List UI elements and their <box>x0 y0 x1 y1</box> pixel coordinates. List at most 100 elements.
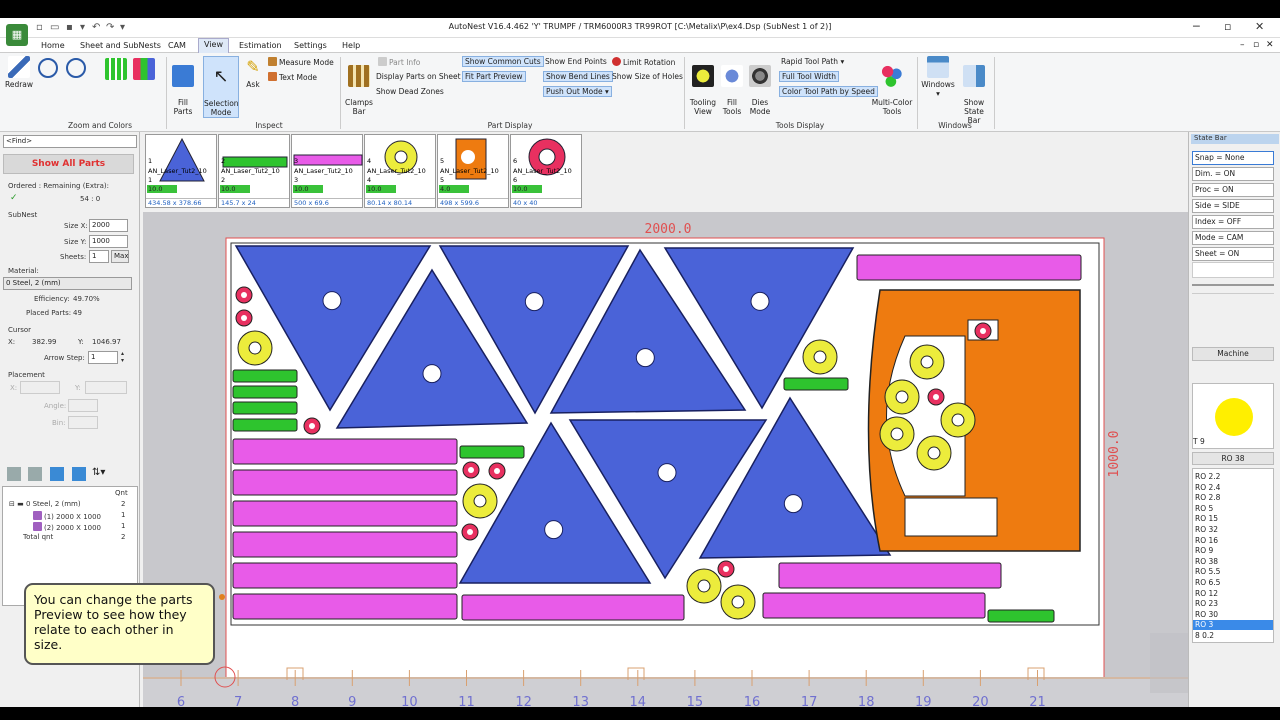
state-item[interactable]: Mode = CAM <box>1192 231 1274 245</box>
tool-list-item[interactable]: RO 3 <box>1193 620 1273 631</box>
tool-list-item[interactable]: RO 12 <box>1193 589 1273 599</box>
minimize-icon[interactable]: ─ <box>1193 20 1200 33</box>
mdi-restore-icon[interactable]: ▫ <box>1253 40 1259 50</box>
state-item[interactable]: Snap = None <box>1192 151 1274 165</box>
tab-sheet-and-subnests[interactable]: Sheet and SubNests <box>75 40 166 51</box>
rapid-tool-path-dropdown[interactable]: Rapid Tool Path ▾ <box>781 57 844 66</box>
color-tool-path-by-speed-toggle[interactable]: Color Tool Path by Speed <box>779 86 878 97</box>
multicolor-grid-button[interactable] <box>132 58 156 82</box>
tool-list-item[interactable]: RO 16 <box>1193 536 1273 546</box>
tool-list-item[interactable]: RO 23 <box>1193 599 1273 609</box>
tool-list-item[interactable]: 8 0.2 <box>1193 631 1273 641</box>
show-dead-zones-button[interactable]: Show Dead Zones <box>376 87 444 96</box>
push-out-mode-dropdown[interactable]: Push Out Mode ▾ <box>543 86 612 97</box>
move-left-icon[interactable] <box>50 467 64 481</box>
text-mode-button[interactable]: Text Mode <box>268 72 317 82</box>
tool-list-item[interactable]: RO 2.4 <box>1193 483 1273 493</box>
maximize-icon[interactable]: ▫ <box>1224 20 1231 33</box>
tab-home[interactable]: Home <box>36 40 70 51</box>
full-tool-width-toggle[interactable]: Full Tool Width <box>779 71 839 82</box>
part-preview-card[interactable]: 6 AN_Laser_Tut2_10 6 10.0 40 x 40 <box>510 134 582 208</box>
display-parts-on-sheet-button[interactable]: Display Parts on Sheet <box>376 72 461 81</box>
machine-button[interactable]: Machine <box>1192 347 1274 361</box>
fill-parts-button[interactable]: Fill Parts <box>169 56 197 116</box>
colors-grid-button[interactable] <box>104 58 128 82</box>
size-x-input[interactable]: 2000 <box>89 219 128 232</box>
state-item[interactable]: Proc = ON <box>1192 183 1274 197</box>
measure-mode-button[interactable]: Measure Mode <box>268 57 334 67</box>
limit-rotation-button[interactable]: Limit Rotation <box>612 57 675 67</box>
zoom-window-button[interactable] <box>36 58 60 80</box>
app-logo-icon[interactable]: ▦ <box>6 24 28 46</box>
disc-hole <box>248 341 262 355</box>
show-common-cuts-toggle[interactable]: Show Common Cuts <box>462 56 544 67</box>
bin-input[interactable] <box>68 416 98 429</box>
tool-list-item[interactable]: RO 6.5 <box>1193 578 1273 588</box>
angle-input[interactable] <box>68 399 98 412</box>
tool-list-item[interactable]: RO 32 <box>1193 525 1273 535</box>
sheet-alt-icon[interactable] <box>28 467 42 481</box>
find-input[interactable]: <Find> <box>3 135 137 148</box>
mdi-close-icon[interactable]: ✕ <box>1266 40 1274 50</box>
part-preview-card[interactable]: 5 AN_Laser_Tut2_10 5 4.0 498 x 599.6 <box>437 134 509 208</box>
sheet-icon[interactable] <box>7 467 21 481</box>
sheets-input[interactable]: 1 <box>89 250 109 263</box>
stepper-icon[interactable]: ▴ ▾ <box>121 350 124 364</box>
clamps-bar-button[interactable]: Clamps Bar <box>344 56 374 116</box>
selection-mode-button[interactable]: ↖ Selection Mode <box>203 56 239 118</box>
tool-list-item[interactable]: RO 38 <box>1193 557 1273 567</box>
multi-color-tools-button[interactable]: Multi-Color Tools <box>870 56 914 116</box>
redraw-button[interactable]: Redraw <box>4 56 34 89</box>
dies-mode-button[interactable]: Dies Mode <box>746 56 774 116</box>
placement-x-input[interactable] <box>20 381 60 394</box>
fill-tools-button[interactable]: Fill Tools <box>720 56 744 116</box>
tool-list-item[interactable]: RO 5.5 <box>1193 567 1273 577</box>
fit-part-preview-toggle[interactable]: Fit Part Preview <box>462 71 526 82</box>
part-info-button[interactable]: Part Info <box>378 57 420 67</box>
state-item[interactable]: Index = OFF <box>1192 215 1274 229</box>
tree-row[interactable]: (1) 2000 X 1000 <box>33 511 101 521</box>
splitter[interactable] <box>1192 284 1274 294</box>
tool-list-item[interactable]: RO 15 <box>1193 514 1273 524</box>
arrow-step-input[interactable]: 1 <box>88 351 118 364</box>
show-state-bar-button[interactable]: Show State Bar <box>957 56 991 125</box>
zoom-button[interactable] <box>64 58 88 80</box>
state-item[interactable]: Dim. = ON <box>1192 167 1274 181</box>
part-preview-card[interactable]: 1 AN_Laser_Tut2_10 1 10.0 434.58 x 378.6… <box>145 134 217 208</box>
tool-list-item[interactable]: RO 2.8 <box>1193 493 1273 503</box>
tree-row[interactable]: (2) 2000 X 1000 <box>33 522 101 532</box>
tool-list-item[interactable]: RO 5 <box>1193 504 1273 514</box>
tree-row[interactable]: ⊟ ▬ 0 Steel, 2 (mm) <box>9 500 81 508</box>
state-item[interactable]: Sheet = ON <box>1192 247 1274 261</box>
show-all-parts-button[interactable]: Show All Parts <box>3 154 134 174</box>
state-bar-panel: State Bar Snap = None Dim. = ON Proc = ON S… <box>1188 132 1280 707</box>
tab-view[interactable]: View <box>198 38 229 53</box>
windows-dropdown[interactable]: Windows ▾ <box>920 56 956 98</box>
nesting-canvas[interactable]: 2000.0 1000.0 6 7 8 9 10 11 12 13 14 15 16 17 18 19 20 21 <box>143 212 1205 707</box>
tab-settings[interactable]: Settings <box>289 40 332 51</box>
tool-list-item[interactable]: RO 9 <box>1193 546 1273 556</box>
tab-estimation[interactable]: Estimation <box>234 40 287 51</box>
part-preview-card[interactable]: 4 AN_Laser_Tut2_10 4 10.0 80.14 x 80.14 <box>364 134 436 208</box>
part-preview-card[interactable]: 3 AN_Laser_Tut2_10 3 10.0 500 x 69.6 <box>291 134 363 208</box>
max-button[interactable]: Max <box>111 250 129 263</box>
selected-tool[interactable]: RO 38 <box>1192 452 1274 465</box>
tooling-view-button[interactable]: Tooling View <box>688 56 718 116</box>
show-size-of-holes-button[interactable]: Show Size of Holes <box>612 72 683 81</box>
show-end-points-button[interactable]: Show End Points <box>545 57 607 66</box>
material-dropdown[interactable]: 0 Steel, 2 (mm) <box>3 277 132 290</box>
state-item[interactable]: Side = SIDE <box>1192 199 1274 213</box>
placement-y-input[interactable] <box>85 381 127 394</box>
show-bend-lines-toggle[interactable]: Show Bend Lines <box>543 71 613 82</box>
mdi-minimize-icon[interactable]: – <box>1240 40 1245 50</box>
tab-cam[interactable]: CAM <box>163 40 191 51</box>
sort-icon[interactable]: ⇅▾ <box>92 467 114 481</box>
tab-help[interactable]: Help <box>337 40 365 51</box>
size-y-input[interactable]: 1000 <box>89 235 128 248</box>
tool-list-item[interactable]: RO 2.2 <box>1193 472 1273 482</box>
part-preview-card[interactable]: 2 AN_Laser_Tut2_10 2 10.0 145.7 x 24 <box>218 134 290 208</box>
move-right-icon[interactable] <box>72 467 86 481</box>
ask-button[interactable]: ✎ Ask <box>242 56 264 89</box>
tool-list-item[interactable]: RO 30 <box>1193 610 1273 620</box>
close-icon[interactable]: ✕ <box>1255 20 1264 33</box>
